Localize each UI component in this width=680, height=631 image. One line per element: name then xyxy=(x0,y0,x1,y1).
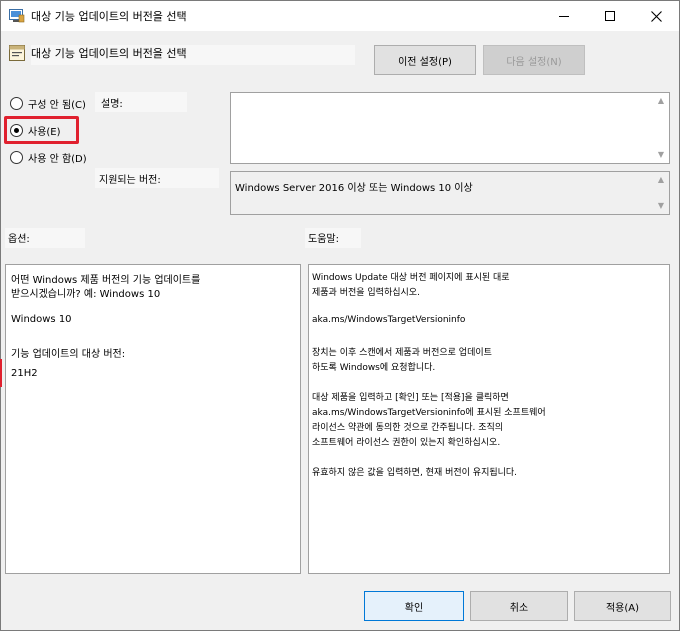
supported-on-text: Windows Server 2016 이상 또는 Windows 10 이상 xyxy=(235,183,473,194)
highlight-annotation xyxy=(0,359,2,387)
title-bar: 대상 기능 업데이트의 버전을 선택 xyxy=(1,1,679,31)
scroll-up-icon[interactable]: ▲ xyxy=(653,93,669,109)
maximize-icon xyxy=(605,11,615,21)
help-panel[interactable]: Windows Update 대상 버전 페이지에 표시된 대로 제품과 버전을… xyxy=(308,264,670,574)
help-line: 소프트웨어 라이선스 권한이 있는지 확인하십시오. xyxy=(312,438,501,448)
radio-circle[interactable] xyxy=(10,97,23,110)
minimize-icon xyxy=(559,15,569,17)
version-label: 기능 업데이트의 대상 버전: xyxy=(11,349,126,360)
ok-button[interactable]: 확인 xyxy=(364,591,464,621)
options-label: 옵션: xyxy=(8,234,30,245)
maximize-button[interactable] xyxy=(587,1,633,31)
setting-title: 대상 기능 업데이트의 버전을 선택 xyxy=(31,45,355,65)
help-line: 대상 제품을 입력하고 [확인] 또는 [적용]을 클릭하면 xyxy=(312,393,509,403)
policy-icon xyxy=(9,9,25,23)
description-label: 설명: xyxy=(101,99,123,110)
setting-icon xyxy=(9,45,25,61)
help-label: 도움말: xyxy=(308,234,339,245)
help-line: 장치는 이후 스캔에서 제품과 버전으로 업데이트 xyxy=(312,348,492,358)
supported-on-label: 지원되는 버전: xyxy=(99,175,161,186)
cancel-button[interactable]: 취소 xyxy=(470,591,568,621)
help-line: 제품과 버전을 입력하십시오. xyxy=(312,288,420,298)
help-line: aka.ms/WindowsTargetVersioninfo xyxy=(312,315,466,325)
help-line: Windows Update 대상 버전 페이지에 표시된 대로 xyxy=(312,273,510,283)
help-line: 하도록 Windows에 요청합니다. xyxy=(312,363,436,373)
close-button[interactable] xyxy=(633,1,679,31)
help-line: 유효하지 않은 값을 입력하면, 현재 버전이 유지됩니다. xyxy=(312,468,518,478)
product-question-line: 받으시겠습니까? 예: Windows 10 xyxy=(11,289,161,300)
policy-dialog: 대상 기능 업데이트의 버전을 선택 대상 기능 업데이트의 버전을 선택 이전… xyxy=(0,0,680,631)
radio-label: 사용 안 함(D) xyxy=(28,154,87,165)
scroll-up-icon[interactable]: ▲ xyxy=(653,172,669,188)
version-input[interactable]: 21H2 xyxy=(8,363,158,385)
radio-not-configured[interactable]: 구성 안 됨(C) xyxy=(10,96,86,111)
scroll-down-icon[interactable]: ▼ xyxy=(653,198,669,214)
close-icon xyxy=(650,10,662,22)
next-setting-button[interactable]: 다음 설정(N) xyxy=(483,45,585,75)
apply-button[interactable]: 적용(A) xyxy=(574,591,671,621)
product-input[interactable]: Windows 10 xyxy=(8,309,158,331)
product-question-line: 어떤 Windows 제품 버전의 기능 업데이트를 xyxy=(11,275,201,286)
radio-label: 구성 안 됨(C) xyxy=(28,100,86,111)
radio-disabled[interactable]: 사용 안 함(D) xyxy=(10,150,87,165)
window-title: 대상 기능 업데이트의 버전을 선택 xyxy=(31,10,187,23)
previous-setting-button[interactable]: 이전 설정(P) xyxy=(374,45,476,75)
help-line: 라이선스 약관에 동의한 것으로 간주됩니다. 조직의 xyxy=(312,423,504,433)
minimize-button[interactable] xyxy=(541,1,587,31)
highlight-annotation xyxy=(4,116,79,144)
supported-on-box[interactable]: Windows Server 2016 이상 또는 Windows 10 이상 … xyxy=(230,171,670,215)
description-scrollbar[interactable]: ▲ ▼ xyxy=(653,93,669,163)
options-panel: 어떤 Windows 제품 버전의 기능 업데이트를 받으시겠습니까? 예: W… xyxy=(5,264,301,574)
help-line: aka.ms/WindowsTargetVersioninfo에 표시된 소프트… xyxy=(312,408,546,418)
radio-circle[interactable] xyxy=(10,151,23,164)
description-box[interactable]: ▲ ▼ xyxy=(230,92,670,164)
scroll-down-icon[interactable]: ▼ xyxy=(653,147,669,163)
supported-on-scrollbar[interactable]: ▲ ▼ xyxy=(653,172,669,214)
